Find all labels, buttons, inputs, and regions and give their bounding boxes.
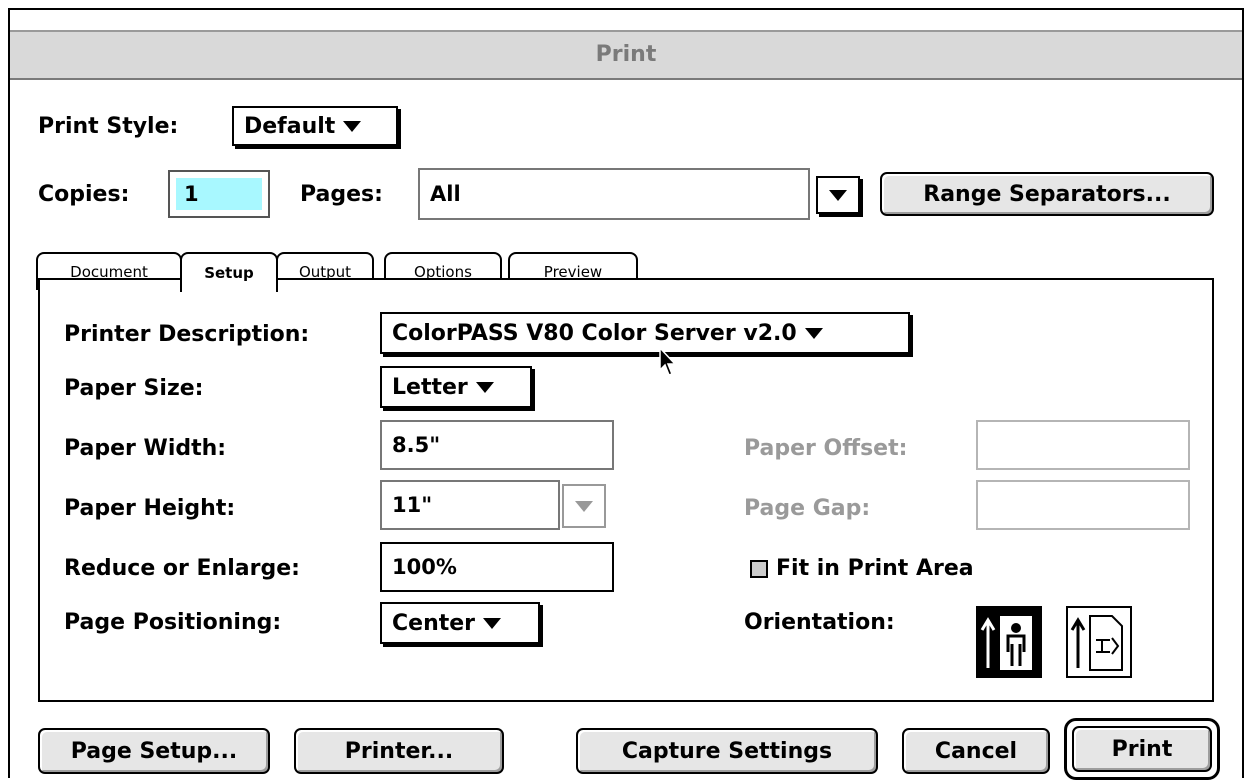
paper-height-dropdown-button[interactable] (562, 484, 606, 528)
paper-width-value: 8.5" (392, 433, 441, 457)
chevron-down-icon (829, 189, 847, 201)
fit-in-print-area-checkbox[interactable]: Fit in Print Area (750, 556, 974, 581)
paper-height-field[interactable]: 11" (380, 480, 560, 530)
paper-height-value: 11" (392, 493, 433, 517)
mouse-cursor-icon (659, 346, 677, 376)
print-style-popup[interactable]: Default (232, 106, 398, 146)
printer-description-label: Printer Description: (64, 322, 310, 347)
printer-button[interactable]: Printer... (294, 728, 504, 774)
paper-size-popup[interactable]: Letter (380, 366, 532, 408)
chevron-down-icon (475, 381, 494, 393)
copies-field[interactable]: 1 (176, 178, 262, 210)
page-gap-label: Page Gap: (744, 496, 871, 521)
reduce-enlarge-field[interactable]: 100% (380, 542, 614, 592)
chevron-down-icon (804, 327, 823, 339)
paper-width-label: Paper Width: (64, 436, 227, 461)
page-setup-button[interactable]: Page Setup... (38, 728, 270, 774)
page-positioning-popup[interactable]: Center (380, 602, 540, 644)
tab-setup[interactable]: Setup (180, 252, 278, 292)
pages-value: All (430, 182, 461, 206)
cancel-button[interactable]: Cancel (902, 728, 1050, 774)
chevron-down-icon (483, 617, 502, 629)
pages-dropdown-button[interactable] (816, 176, 860, 214)
page-positioning-label: Page Positioning: (64, 610, 282, 635)
orientation-label: Orientation: (744, 610, 895, 635)
range-separators-button[interactable]: Range Separators... (880, 172, 1214, 216)
print-style-value: Default (244, 113, 336, 139)
print-dialog: Print Print Style: Default Copies: 1 Pag… (8, 8, 1244, 780)
printer-description-value: ColorPASS V80 Color Server v2.0 (392, 320, 797, 346)
page-gap-field[interactable] (976, 480, 1190, 530)
capture-settings-button[interactable]: Capture Settings (576, 728, 878, 774)
title-bar[interactable]: Print (10, 30, 1242, 80)
copies-value: 1 (184, 182, 199, 206)
fit-in-print-area-label: Fit in Print Area (776, 556, 974, 581)
reduce-enlarge-label: Reduce or Enlarge: (64, 556, 300, 581)
paper-size-label: Paper Size: (64, 376, 204, 401)
reduce-enlarge-value: 100% (392, 555, 457, 579)
chevron-down-icon (343, 120, 362, 132)
paper-offset-field[interactable] (976, 420, 1190, 470)
landscape-orientation-icon[interactable] (1066, 606, 1132, 678)
pages-field[interactable]: All (418, 168, 810, 220)
portrait-orientation-icon[interactable] (976, 606, 1042, 678)
window-title: Print (595, 42, 657, 67)
print-button[interactable]: Print (1072, 726, 1212, 772)
paper-size-value: Letter (392, 374, 468, 400)
page-positioning-value: Center (392, 610, 476, 636)
copies-label: Copies: (38, 182, 130, 207)
paper-width-field[interactable]: 8.5" (380, 420, 614, 470)
paper-offset-label: Paper Offset: (744, 436, 908, 461)
pages-label: Pages: (300, 182, 383, 207)
paper-height-label: Paper Height: (64, 496, 236, 521)
print-style-label: Print Style: (38, 114, 179, 139)
setup-panel: Printer Description: ColorPASS V80 Color… (38, 278, 1214, 702)
chevron-down-icon (575, 500, 593, 512)
printer-description-popup[interactable]: ColorPASS V80 Color Server v2.0 (380, 312, 910, 354)
checkbox-box (750, 559, 768, 578)
copies-field-frame: 1 (168, 170, 270, 218)
